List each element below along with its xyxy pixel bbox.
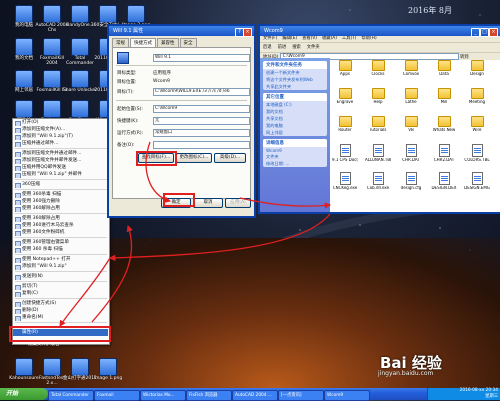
annotation-arrows: [59, 141, 332, 327]
start-button[interactable]: 开始: [0, 388, 48, 400]
arrow-to-properties: [59, 257, 111, 327]
arrow-ok-to-explorer: [239, 197, 332, 209]
taskbar-task[interactable]: [一点资讯]: [278, 389, 324, 401]
arrow-find-to-ok: [145, 141, 172, 203]
taskbar-task[interactable]: Wictorias Mo...: [140, 389, 186, 401]
tray-date: 星期三: [485, 394, 498, 399]
arrow-explorer-down: [108, 213, 331, 262]
taskbar-task[interactable]: AutoCAD 2004 ...: [232, 389, 278, 401]
taskbar: 开始 Total Commander Foxmail Wictorias Mo...…: [0, 388, 500, 401]
system-tray: 2016-08-xx 20:34 星期三: [427, 388, 500, 400]
taskbar-task[interactable]: Wcom9: [324, 389, 370, 401]
taskbar-task[interactable]: Foxmail: [94, 389, 140, 401]
taskbar-task[interactable]: FixFish 浏览器: [186, 389, 232, 401]
arrow-menu-to-dialog: [91, 224, 133, 323]
taskbar-task[interactable]: Total Commander: [48, 389, 94, 401]
watermark-url: jingyan.baidu.com: [378, 370, 434, 377]
